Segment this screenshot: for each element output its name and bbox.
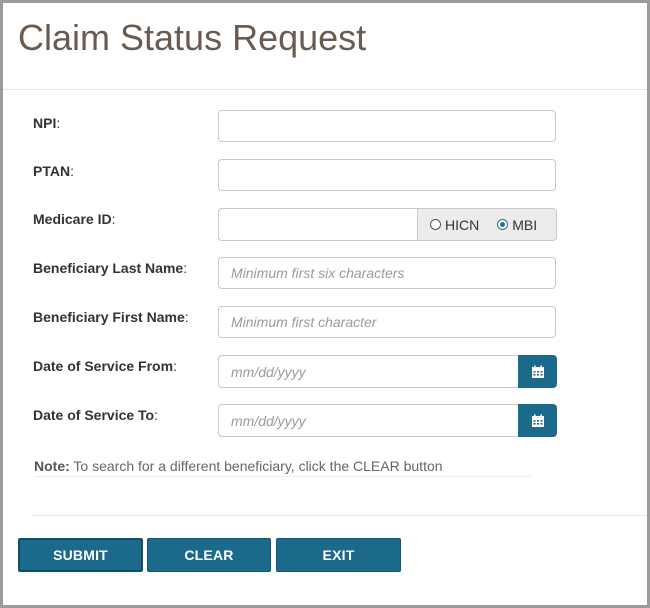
note-text: To search for a different beneficiary, c… [69,458,443,474]
title-divider [3,89,647,90]
dos-to-input[interactable] [218,404,519,437]
npi-label: NPI: [33,115,61,131]
first-name-input[interactable] [218,306,556,338]
calendar-icon [531,365,544,378]
hicn-radio[interactable]: HICN [430,217,479,233]
dos-to-calendar-button[interactable] [518,404,557,437]
id-type-radio-group: HICN MBI [417,208,557,241]
note-prefix: Note: [34,458,70,474]
first-name-label: Beneficiary First Name: [33,309,189,325]
medicare-id-label: Medicare ID: [33,211,116,227]
dos-to-label: Date of Service To: [33,407,159,423]
ptan-label: PTAN: [33,163,74,179]
submit-button[interactable]: SUBMIT [18,538,143,572]
dos-from-label: Date of Service From: [33,358,177,374]
clear-button[interactable]: CLEAR [147,538,271,572]
hicn-radio-label: HICN [445,216,480,233]
medicare-id-input[interactable] [218,208,418,241]
ptan-input[interactable] [218,159,556,191]
mbi-radio[interactable]: MBI [497,217,537,233]
search-note: Note: To search for a different benefici… [34,458,443,474]
hicn-radio-circle[interactable] [430,219,441,230]
dos-from-input[interactable] [218,355,519,388]
last-name-input[interactable] [218,257,556,289]
exit-button[interactable]: EXIT [276,538,401,572]
actions-divider [33,515,647,516]
form-panel: Claim Status Request NPI: PTAN: Medicare… [0,0,650,608]
last-name-label: Beneficiary Last Name: [33,260,188,276]
calendar-icon [531,414,544,427]
page-title: Claim Status Request [18,17,367,58]
npi-input[interactable] [218,110,556,142]
dos-from-calendar-button[interactable] [518,355,557,388]
mbi-radio-label: MBI [512,216,538,233]
note-divider [34,476,531,477]
mbi-radio-circle[interactable] [497,219,509,230]
